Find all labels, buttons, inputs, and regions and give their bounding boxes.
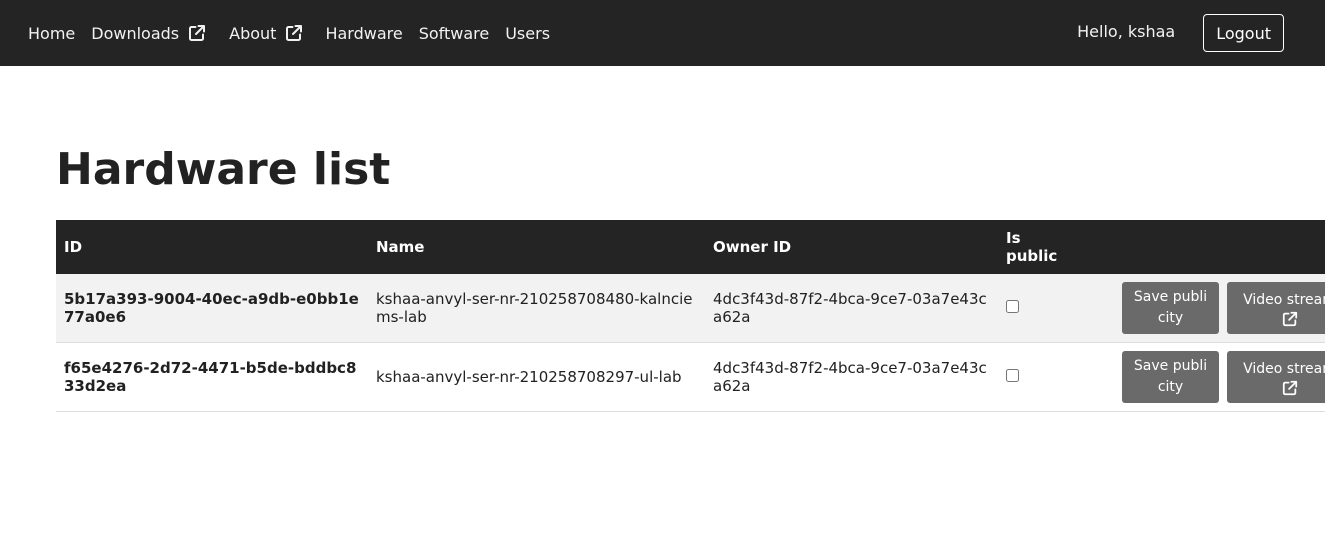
row-actions: Save publicity Video stream bbox=[1082, 351, 1325, 403]
is-public-checkbox[interactable] bbox=[1006, 369, 1019, 382]
top-navbar: Home Downloads About Hardware Software U… bbox=[0, 0, 1325, 66]
external-link-icon bbox=[1282, 380, 1298, 396]
hardware-table: ID Name Owner ID Is public 5b17a393-9004… bbox=[56, 220, 1325, 412]
nav-link-about[interactable]: About bbox=[229, 24, 303, 43]
video-stream-label: Video stream bbox=[1243, 360, 1325, 377]
nav-link-users[interactable]: Users bbox=[505, 24, 550, 43]
nav-link-hardware-label: Hardware bbox=[325, 23, 403, 43]
nav-link-about-label: About bbox=[229, 23, 277, 43]
is-public-cell bbox=[998, 342, 1074, 412]
hardware-id: 5b17a393-9004-40ec-a9db-e0bb1e77a0e6 bbox=[56, 274, 368, 343]
nav-link-home[interactable]: Home bbox=[28, 24, 75, 43]
logout-button[interactable]: Logout bbox=[1203, 14, 1284, 52]
hardware-name: kshaa-anvyl-ser-nr-210258708297-ul-lab bbox=[368, 342, 705, 412]
row-actions: Save publicity Video stream bbox=[1082, 282, 1325, 334]
column-header-owner-id: Owner ID bbox=[713, 238, 792, 256]
user-greeting: Hello, kshaa bbox=[1077, 21, 1176, 41]
is-public-checkbox[interactable] bbox=[1006, 300, 1019, 313]
save-publicity-button[interactable]: Save publicity bbox=[1122, 351, 1219, 403]
external-link-icon bbox=[188, 24, 206, 42]
column-header-name: Name bbox=[376, 238, 425, 256]
column-header-actions bbox=[1074, 220, 1325, 274]
table-row: f65e4276-2d72-4471-b5de-bddbc833d2ea ksh… bbox=[56, 342, 1325, 412]
external-link-icon bbox=[1282, 311, 1298, 327]
table-row: 5b17a393-9004-40ec-a9db-e0bb1e77a0e6 ksh… bbox=[56, 274, 1325, 343]
video-stream-button[interactable]: Video stream bbox=[1227, 282, 1325, 334]
nav-link-users-label: Users bbox=[505, 23, 551, 43]
nav-link-hardware[interactable]: Hardware bbox=[325, 24, 402, 43]
actions-cell: Save publicity Video stream bbox=[1074, 274, 1325, 343]
actions-cell: Save publicity Video stream bbox=[1074, 342, 1325, 412]
video-stream-label: Video stream bbox=[1243, 291, 1325, 308]
nav-links: Home Downloads About Hardware Software U… bbox=[28, 24, 566, 43]
nav-link-home-label: Home bbox=[28, 23, 76, 43]
nav-link-downloads[interactable]: Downloads bbox=[91, 24, 206, 43]
nav-link-software[interactable]: Software bbox=[419, 24, 490, 43]
video-stream-button[interactable]: Video stream bbox=[1227, 351, 1325, 403]
nav-user-area: Hello, kshaa Logout bbox=[1077, 14, 1284, 52]
hardware-id: f65e4276-2d72-4471-b5de-bddbc833d2ea bbox=[56, 342, 368, 412]
main-content: Hardware list ID Name Owner ID Is public… bbox=[0, 144, 1325, 412]
page-title: Hardware list bbox=[56, 144, 391, 195]
is-public-cell bbox=[998, 274, 1074, 343]
external-link-icon bbox=[285, 24, 303, 42]
save-publicity-button[interactable]: Save publicity bbox=[1122, 282, 1219, 334]
owner-id: 4dc3f43d-87f2-4bca-9ce7-03a7e43ca62a bbox=[705, 274, 998, 343]
nav-link-software-label: Software bbox=[418, 23, 490, 43]
table-header-row: ID Name Owner ID Is public bbox=[56, 220, 1325, 274]
column-header-id: ID bbox=[64, 238, 83, 256]
nav-link-downloads-label: Downloads bbox=[91, 23, 180, 43]
column-header-is-public: Is public bbox=[1006, 229, 1058, 265]
owner-id: 4dc3f43d-87f2-4bca-9ce7-03a7e43ca62a bbox=[705, 342, 998, 412]
hardware-name: kshaa-anvyl-ser-nr-210258708480-kalnciem… bbox=[368, 274, 705, 343]
